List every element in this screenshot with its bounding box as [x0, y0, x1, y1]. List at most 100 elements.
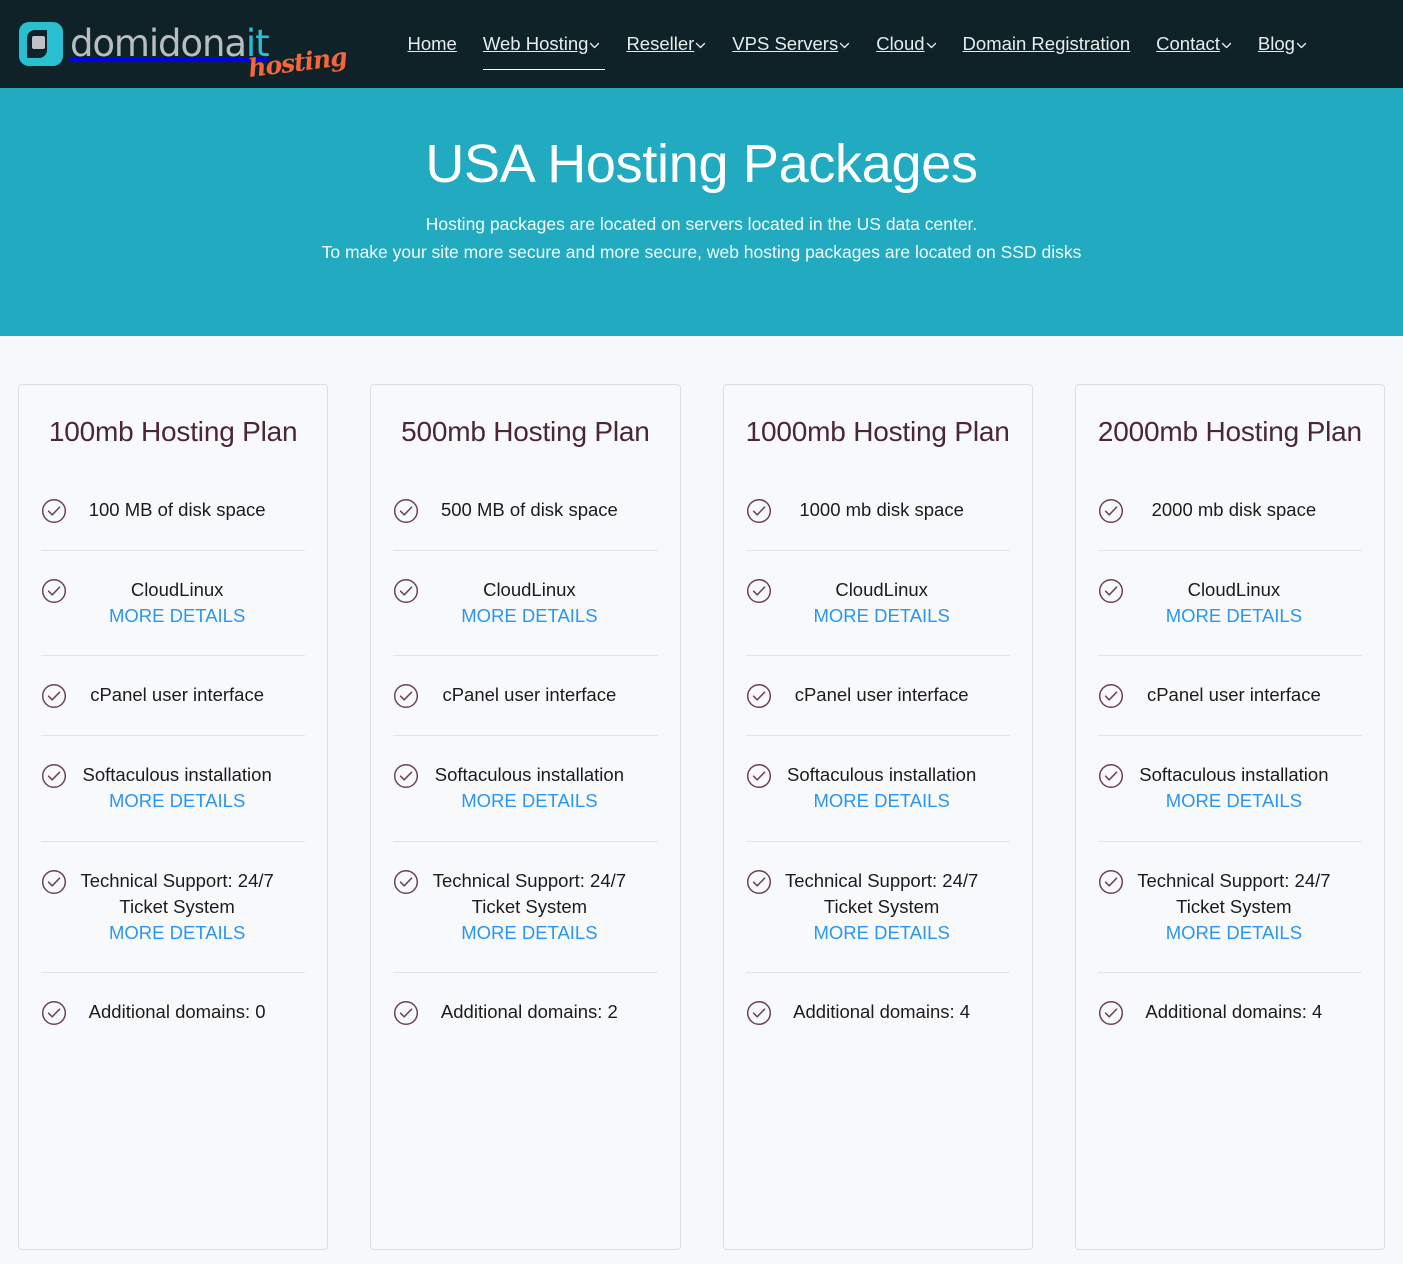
plan-feature-text: 1000 mb disk space [799, 498, 964, 520]
plan-feature-text: CloudLinux [130, 578, 224, 600]
hero-subtitle-line-1: Hosting packages are located on servers … [425, 214, 978, 235]
check-circle-icon [41, 763, 67, 789]
chevron-down-icon [839, 40, 850, 51]
check-circle-icon [393, 578, 419, 604]
plan-feature-text: CloudLinux [1187, 578, 1281, 600]
plan-title: 1000mb Hosting Plan [745, 416, 1010, 447]
plan-feature-body: 1000 mb disk space [778, 497, 1010, 523]
nav-item-contact[interactable]: Contact [1143, 29, 1245, 59]
more-details-link[interactable]: MORE DETAILS [778, 788, 986, 814]
check-circle-icon [1098, 1000, 1124, 1026]
nav-item-label: VPS Servers [732, 32, 839, 54]
more-details-link[interactable]: MORE DETAILS [425, 603, 633, 629]
nav-item-reseller[interactable]: Reseller [613, 29, 719, 59]
check-circle-icon [746, 763, 772, 789]
nav-item-vps-servers[interactable]: VPS Servers [719, 29, 863, 59]
nav-item-label: Reseller [626, 32, 695, 54]
site-logo[interactable]: domidona it hosting [18, 14, 348, 83]
page-title: USA Hosting Packages [425, 134, 978, 194]
check-circle-icon [1098, 763, 1124, 789]
plan-card: 100mb Hosting Plan 100 MB of disk space Cl… [18, 384, 329, 1250]
chevron-down-icon [1296, 40, 1307, 51]
check-circle-icon [41, 578, 67, 604]
check-circle-icon [1098, 683, 1124, 709]
plan-feature-list: 2000 mb disk space CloudLinux MORE DETAILS… [1097, 497, 1362, 1027]
hero-subtitle-line-2: To make your site more secure and more s… [321, 241, 1082, 262]
nav-item-label: Contact [1156, 32, 1220, 54]
nav-item-label: Domain Registration [962, 32, 1131, 54]
plan-feature-body: Softaculous installation MORE DETAILS [1130, 762, 1362, 815]
plan-feature-text: 500 MB of disk space [440, 498, 618, 520]
check-circle-icon [1098, 498, 1124, 524]
more-details-link[interactable]: MORE DETAILS [778, 603, 986, 629]
plan-feature-row: cPanel user interface [745, 655, 1010, 709]
plan-feature-body: Additional domains: 4 [1130, 999, 1362, 1025]
more-details-link[interactable]: MORE DETAILS [425, 788, 633, 814]
plan-feature-text: 100 MB of disk space [88, 498, 266, 520]
plan-card: 500mb Hosting Plan 500 MB of disk space Cl… [370, 384, 681, 1250]
chevron-down-icon [926, 40, 937, 51]
site-header: domidona it hosting Home Web Hosting Resel… [0, 0, 1403, 88]
more-details-link[interactable]: MORE DETAILS [73, 788, 281, 814]
check-circle-icon [41, 683, 67, 709]
plan-feature-list: 1000 mb disk space CloudLinux MORE DETAILS… [745, 497, 1010, 1027]
pricing-cards-container: 100mb Hosting Plan 100 MB of disk space Cl… [0, 336, 1403, 1250]
plan-feature-row: Additional domains: 4 [1097, 972, 1362, 1026]
plan-feature-text: Additional domains: 2 [440, 1001, 618, 1023]
plan-feature-text: 2000 mb disk space [1151, 498, 1317, 520]
check-circle-icon [746, 578, 772, 604]
check-circle-icon [746, 683, 772, 709]
plan-feature-body: Technical Support: 24/7 Ticket System MOR… [73, 868, 305, 947]
plan-feature-body: cPanel user interface [425, 682, 657, 708]
plan-feature-text: cPanel user interface [794, 684, 969, 706]
plan-feature-row: 2000 mb disk space [1098, 497, 1362, 524]
plan-feature-text: Additional domains: 4 [793, 1001, 971, 1023]
more-details-link[interactable]: MORE DETAILS [1130, 920, 1338, 946]
plan-feature-body: 2000 mb disk space [1130, 497, 1362, 523]
chevron-down-icon [1221, 40, 1232, 51]
nav-item-label: Web Hosting [482, 32, 589, 54]
chevron-down-icon [589, 40, 600, 51]
plan-feature-text: Additional domains: 4 [1145, 1001, 1323, 1023]
plan-feature-text: cPanel user interface [90, 684, 265, 706]
check-circle-icon [746, 869, 772, 895]
plan-feature-row: Technical Support: 24/7 Ticket System MOR… [1097, 840, 1362, 947]
plan-feature-text: cPanel user interface [1146, 684, 1321, 706]
plan-feature-row: Additional domains: 2 [393, 972, 658, 1026]
plan-feature-text: CloudLinux [483, 578, 576, 600]
plan-feature-row: cPanel user interface [393, 655, 658, 709]
hero-subtitle: Hosting packages are located on servers … [322, 211, 1082, 266]
more-details-link[interactable]: MORE DETAILS [1130, 788, 1338, 814]
nav-item-domain-registration[interactable]: Domain Registration [950, 29, 1144, 59]
nav-item-home[interactable]: Home [395, 29, 470, 59]
plan-feature-row: Softaculous installation MORE DETAILS [41, 735, 306, 815]
plan-feature-row: CloudLinux MORE DETAILS [41, 549, 306, 630]
plan-feature-text: Softaculous installation [1139, 764, 1329, 786]
nav-item-cloud[interactable]: Cloud [863, 29, 949, 59]
plan-feature-row: Technical Support: 24/7 Ticket System MOR… [41, 840, 306, 947]
logo-wordmark: domidona it hosting [70, 21, 348, 83]
plan-feature-text: Additional domains: 0 [88, 1001, 266, 1023]
check-circle-icon [393, 869, 419, 895]
plan-feature-text: Softaculous installation [82, 764, 272, 786]
plan-feature-text: Technical Support: 24/7 Ticket System [432, 869, 627, 917]
more-details-link[interactable]: MORE DETAILS [1130, 603, 1338, 629]
plan-feature-row: Technical Support: 24/7 Ticket System MOR… [393, 840, 658, 947]
plan-feature-body: cPanel user interface [778, 682, 1010, 708]
nav-item-label: Cloud [876, 32, 925, 54]
plan-feature-text: Technical Support: 24/7 Ticket System [80, 869, 274, 917]
plan-feature-row: Additional domains: 0 [41, 972, 306, 1026]
more-details-link[interactable]: MORE DETAILS [425, 920, 633, 946]
more-details-link[interactable]: MORE DETAILS [73, 920, 281, 946]
check-circle-icon [393, 498, 419, 524]
plan-feature-body: Technical Support: 24/7 Ticket System MOR… [425, 868, 657, 947]
more-details-link[interactable]: MORE DETAILS [778, 920, 986, 946]
hero-section: USA Hosting Packages Hosting packages ar… [0, 88, 1403, 336]
plan-feature-text: Technical Support: 24/7 Ticket System [784, 869, 979, 917]
plan-feature-body: Softaculous installation MORE DETAILS [425, 762, 657, 815]
nav-item-blog[interactable]: Blog [1245, 29, 1320, 59]
plan-feature-body: cPanel user interface [73, 682, 305, 708]
nav-item-web-hosting[interactable]: Web Hosting [470, 29, 614, 71]
more-details-link[interactable]: MORE DETAILS [73, 603, 281, 629]
plan-feature-body: CloudLinux MORE DETAILS [425, 577, 657, 630]
